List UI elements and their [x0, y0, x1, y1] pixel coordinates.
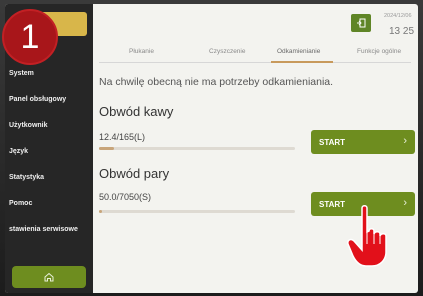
sidebar-item-service-settings[interactable]: stawienia serwisowe	[5, 222, 93, 238]
home-button[interactable]	[12, 266, 86, 288]
step-number-badge: 1	[2, 9, 58, 65]
sidebar-item-system[interactable]: System	[5, 66, 93, 82]
steam-circuit-value: 50.0/7050(S)	[99, 192, 152, 202]
coffee-circuit-progress-fill	[99, 147, 114, 150]
tab-descaling[interactable]: Odkamienianie	[277, 48, 320, 55]
exit-button[interactable]	[351, 14, 371, 32]
tab-cleaning[interactable]: Czyszczenie	[209, 48, 245, 55]
tab-active-indicator	[271, 61, 333, 63]
sidebar-item-statistics[interactable]: Statystyka	[5, 170, 93, 186]
sidebar-item-user[interactable]: Użytkownik	[5, 118, 93, 134]
chevron-right-icon: ›	[403, 197, 407, 209]
steam-start-label: START	[319, 199, 346, 209]
coffee-circuit-title: Obwód kawy	[99, 104, 174, 119]
tab-rinse[interactable]: Płukanie	[129, 48, 154, 55]
descaling-notice: Na chwilę obecną nie ma potrzeby odkamie…	[99, 76, 334, 88]
steam-circuit-progress	[99, 210, 295, 213]
sidebar-item-panel[interactable]: Panel obsługowy	[5, 92, 93, 108]
sidebar-item-language[interactable]: Język	[5, 144, 93, 160]
steam-circuit-progress-fill	[99, 210, 102, 213]
steam-circuit-title: Obwód pary	[99, 166, 170, 181]
date-display: 2024/12/06	[384, 13, 412, 19]
coffee-start-label: START	[319, 137, 346, 147]
home-icon	[44, 272, 54, 282]
pointing-hand-icon	[347, 205, 387, 267]
coffee-circuit-progress	[99, 147, 295, 150]
tab-bar: Płukanie Czyszczenie Odkamienianie Funkc…	[99, 44, 411, 64]
tab-general-functions[interactable]: Funkcje ogólne	[357, 48, 401, 55]
exit-icon	[357, 18, 366, 28]
time-display: 13 25	[389, 26, 415, 37]
chevron-right-icon: ›	[403, 135, 407, 147]
coffee-circuit-value: 12.4/165(L)	[99, 132, 146, 142]
tab-divider	[99, 62, 411, 63]
coffee-start-button[interactable]: START ›	[311, 130, 415, 154]
sidebar-item-help[interactable]: Pomoc	[5, 196, 93, 212]
